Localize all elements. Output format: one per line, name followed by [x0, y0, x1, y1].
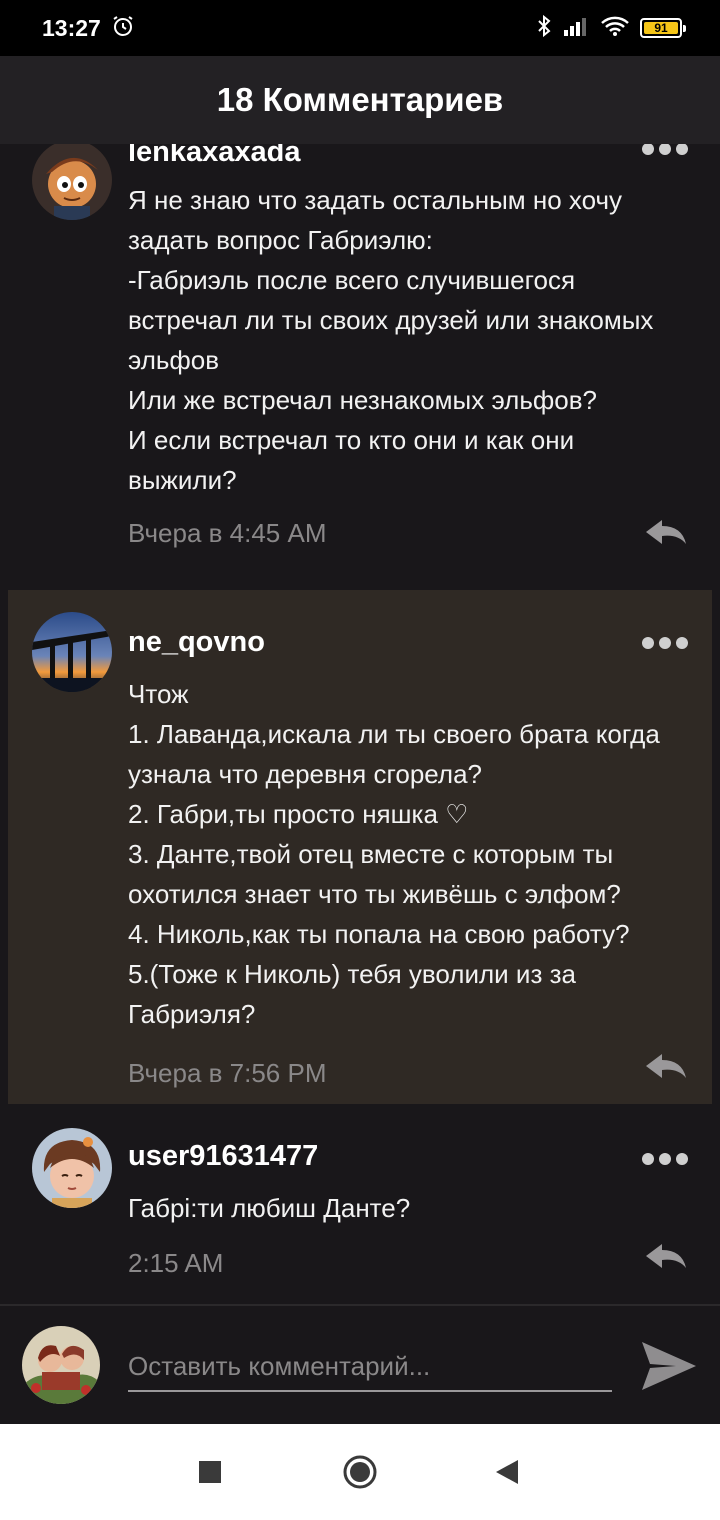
avatar[interactable] — [32, 612, 112, 692]
more-icon[interactable] — [642, 636, 688, 650]
comment-input-bar — [0, 1304, 720, 1424]
system-nav-bar — [0, 1424, 720, 1520]
send-icon[interactable] — [640, 1338, 698, 1394]
status-time: 13:27 — [42, 14, 101, 41]
comment-item: user91631477 Габрі:ти любиш Данте? 2:15 … — [0, 1104, 720, 1304]
nav-back-icon[interactable] — [494, 1458, 520, 1486]
comments-header: 18 Комментариев — [0, 56, 720, 144]
avatar[interactable] — [32, 144, 112, 220]
comment-time: Вчера в 7:56 PM — [128, 1058, 327, 1088]
reply-icon[interactable] — [644, 518, 688, 548]
nav-recents-icon[interactable] — [198, 1460, 222, 1484]
reply-icon[interactable] — [644, 1052, 688, 1082]
comment-item: ne_qovno Чтож 1. Лаванда,искала ли ты св… — [8, 590, 712, 1104]
alarm-icon — [111, 14, 135, 43]
more-icon[interactable] — [642, 144, 688, 156]
nav-home-icon[interactable] — [342, 1454, 378, 1490]
comment-username[interactable]: lenkaxaxada — [128, 144, 301, 169]
avatar[interactable] — [22, 1326, 100, 1404]
comment-username[interactable]: user91631477 — [128, 1140, 318, 1173]
comments-list[interactable]: lenkaxaxada Я не знаю что задать остальн… — [0, 144, 720, 1304]
signal-icon — [562, 16, 590, 41]
page-title: 18 Комментариев — [216, 81, 504, 118]
comment-text: Габрі:ти любиш Данте? — [128, 1193, 411, 1223]
more-icon[interactable] — [642, 1152, 688, 1166]
comment-item: lenkaxaxada Я не знаю что задать остальн… — [0, 144, 720, 590]
comment-text: Я не знаю что задать остальным но хочу з… — [128, 185, 654, 495]
comment-time: 2:15 AM — [128, 1248, 224, 1278]
battery-icon: 91 — [640, 18, 686, 38]
comment-username[interactable]: ne_qovno — [128, 626, 265, 659]
comment-text: Чтож 1. Лаванда,искала ли ты своего брат… — [128, 679, 660, 1029]
comment-input[interactable] — [128, 1342, 612, 1392]
bluetooth-icon — [536, 14, 552, 43]
battery-level: 91 — [654, 21, 668, 35]
comment-time: Вчера в 4:45 AM — [128, 518, 327, 548]
status-bar: 13:27 91 — [0, 0, 720, 56]
wifi-icon — [600, 15, 630, 42]
avatar[interactable] — [32, 1128, 112, 1208]
reply-icon[interactable] — [644, 1242, 688, 1272]
